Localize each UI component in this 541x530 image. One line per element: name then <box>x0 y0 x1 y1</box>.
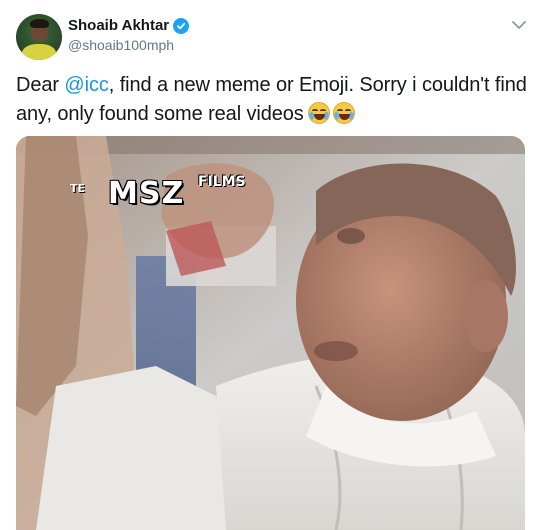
face-with-tears-of-joy-icon <box>332 102 355 124</box>
avatar[interactable] <box>16 14 62 60</box>
watermark-logo: TE MSZ FILMS <box>70 170 246 216</box>
chevron-down-icon[interactable] <box>510 18 528 32</box>
emoji-group <box>307 102 358 133</box>
tweet-text: Dear @icc, find a new meme or Emoji. Sor… <box>16 71 531 133</box>
video-thumbnail[interactable]: TE MSZ FILMS <box>16 136 525 530</box>
face-with-tears-of-joy-icon <box>307 102 330 124</box>
tweet-card: Shoaib Akhtar @shoaib100mph Dear @icc, f… <box>0 0 541 530</box>
avatar-shirt <box>22 44 56 60</box>
watermark-films: FILMS <box>198 174 246 190</box>
verified-badge-icon <box>173 17 190 34</box>
author-name[interactable]: Shoaib Akhtar <box>68 17 169 34</box>
mention-link[interactable]: @icc <box>64 74 108 96</box>
watermark-prefix: TE <box>70 182 86 195</box>
author-handle[interactable]: @shoaib100mph <box>68 37 174 53</box>
watermark-brand: MSZ <box>108 176 185 211</box>
tweet-text-prefix: Dear <box>16 74 65 96</box>
avatar-hair <box>30 19 49 28</box>
author-name-row: Shoaib Akhtar <box>68 17 190 34</box>
